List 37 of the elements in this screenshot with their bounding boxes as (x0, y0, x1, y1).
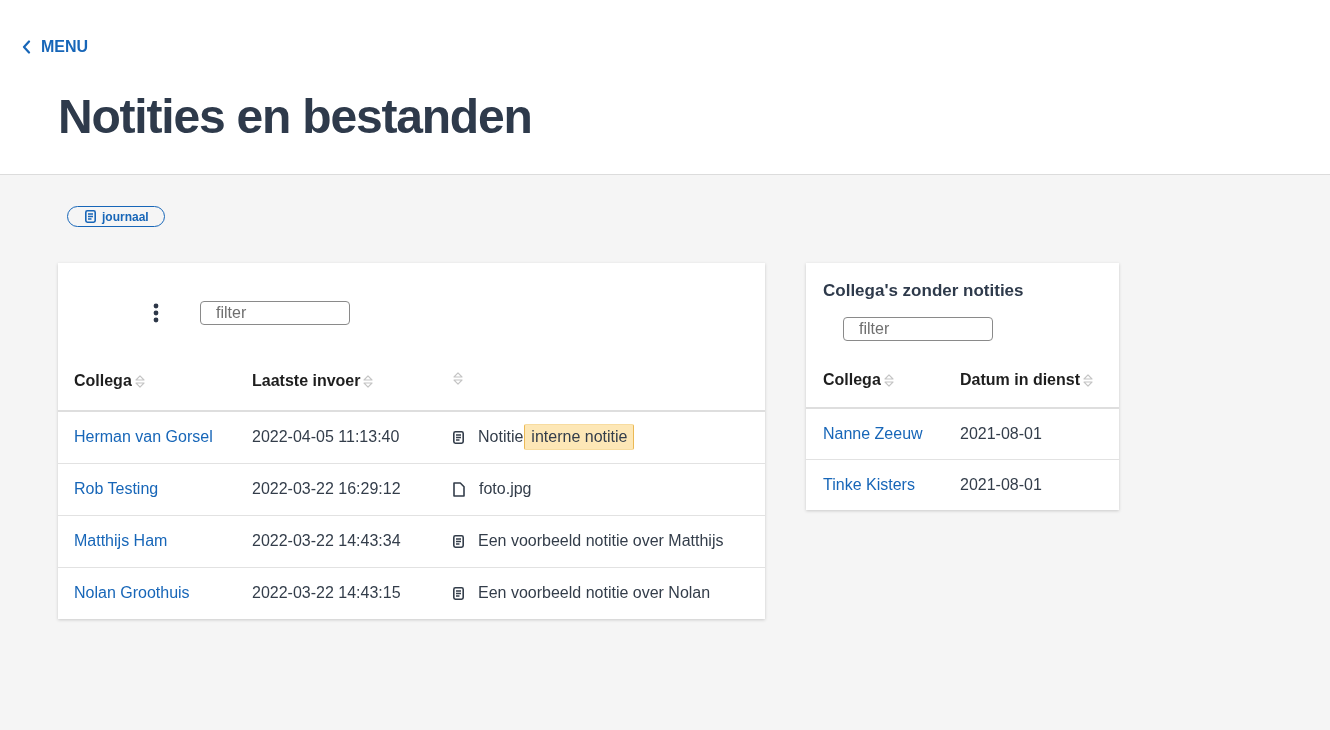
date-text: 2021-08-01 (960, 424, 1042, 442)
file-icon (453, 481, 465, 497)
panel-title: Collega's zonder notities (822, 280, 1025, 302)
sort-icon (883, 372, 894, 388)
column-header[interactable]: Collega (823, 370, 894, 390)
timestamp-text: 2022-03-22 14:43:15 (252, 584, 401, 602)
colleague-link[interactable]: Tinke Kisters (823, 475, 915, 493)
note-title: Notitie (478, 427, 524, 448)
note-tag: interne notitie (524, 424, 635, 451)
sort-icon (1083, 372, 1093, 388)
back-link[interactable]: MENU (22, 36, 89, 58)
sort-icon (134, 373, 145, 389)
timestamp-text: 2022-03-22 16:29:12 (252, 480, 401, 497)
colleague-link[interactable]: Nanne Zeeuw (823, 424, 923, 442)
note-icon (453, 430, 464, 444)
file-name: foto.jpg (479, 479, 532, 499)
colleague-link[interactable]: Herman van Gorsel (74, 428, 213, 446)
note-title: Een voorbeeld notitie over Matthijs (478, 531, 724, 551)
column-header[interactable]: Datum in dienst (960, 370, 1093, 390)
colleague-link[interactable]: Matthijs Ham (74, 532, 168, 549)
note-title: Een voorbeeld notitie over Nolan (478, 583, 711, 604)
date-text: 2021-08-01 (960, 475, 1042, 493)
note-icon (453, 586, 464, 600)
note-icon (453, 534, 464, 548)
column-header[interactable]: Laatste invoer (252, 371, 374, 391)
sort-icon (363, 373, 374, 389)
timestamp-text: 2022-04-05 11:13:40 (252, 428, 400, 446)
chevron-left-icon (22, 40, 31, 54)
filter-field[interactable]: filter (843, 317, 993, 341)
timestamp-text: 2022-03-22 14:43:34 (252, 532, 401, 549)
page-title: Notities en bestanden (58, 89, 533, 145)
colleague-link[interactable]: Rob Testing (74, 480, 159, 497)
more-icon (153, 303, 159, 323)
filter-field[interactable]: filter (200, 301, 350, 325)
document-icon (85, 210, 96, 223)
colleague-link[interactable]: Nolan Groothuis (74, 584, 190, 602)
column-header[interactable]: Collega (74, 371, 145, 391)
